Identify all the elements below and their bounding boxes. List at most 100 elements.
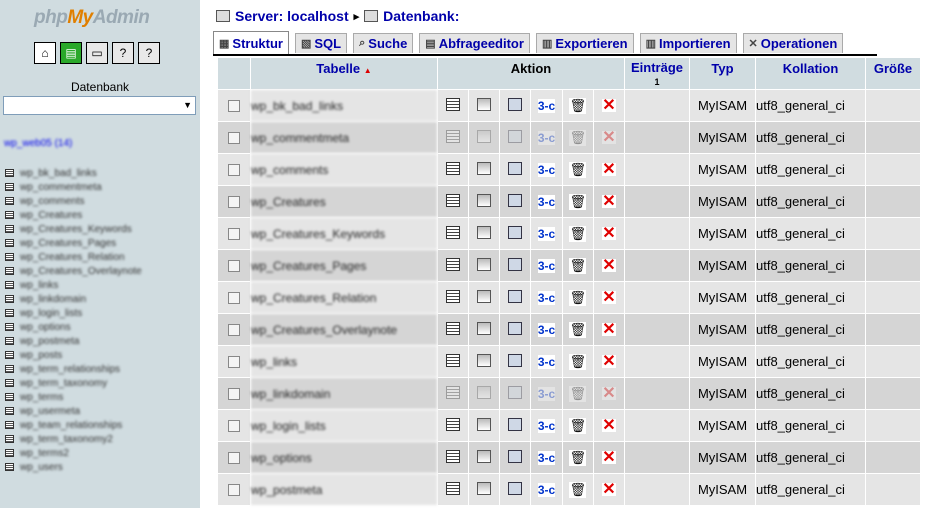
- insert-icon[interactable]: 3‑c: [537, 163, 556, 177]
- structure-icon[interactable]: [477, 321, 492, 335]
- row-checkbox[interactable]: [228, 131, 240, 144]
- nav-table-item[interactable]: wp_linkdomain: [5, 292, 142, 306]
- search-icon[interactable]: [508, 97, 523, 111]
- table-name-link[interactable]: wp_bk_bad_links: [251, 90, 437, 121]
- drop-table-icon[interactable]: ✕: [602, 162, 616, 178]
- search-icon[interactable]: [508, 225, 523, 239]
- browse-icon[interactable]: [446, 321, 461, 335]
- insert-icon[interactable]: 3‑c: [537, 227, 556, 241]
- empty-table-icon[interactable]: 🗑: [569, 289, 586, 306]
- browse-icon[interactable]: [446, 449, 461, 463]
- empty-table-icon[interactable]: 🗑: [569, 161, 586, 178]
- insert-icon[interactable]: 3‑c: [537, 419, 556, 433]
- row-checkbox[interactable]: [228, 419, 240, 432]
- table-icon[interactable]: [5, 351, 14, 359]
- nav-table-name[interactable]: wp_posts: [20, 350, 62, 361]
- row-checkbox[interactable]: [228, 163, 240, 176]
- nav-table-item[interactable]: wp_Creatures_Pages: [5, 236, 142, 250]
- table-icon[interactable]: [5, 239, 14, 247]
- browse-icon[interactable]: [446, 385, 461, 399]
- query-window-icon[interactable]: ▤: [60, 42, 82, 64]
- insert-icon[interactable]: 3‑c: [537, 451, 556, 465]
- tab-importieren[interactable]: ▥ Importieren: [639, 33, 737, 53]
- search-icon[interactable]: [508, 161, 523, 175]
- browse-icon[interactable]: [446, 417, 461, 431]
- structure-icon[interactable]: [477, 193, 492, 207]
- browse-icon[interactable]: [446, 193, 461, 207]
- row-checkbox[interactable]: [228, 387, 240, 400]
- nav-table-item[interactable]: wp_comments: [5, 194, 142, 208]
- tab-suche[interactable]: ⌕ Suche: [353, 33, 414, 53]
- nav-table-item[interactable]: wp_Creatures: [5, 208, 142, 222]
- browse-icon[interactable]: [446, 97, 461, 111]
- row-checkbox[interactable]: [228, 227, 240, 240]
- docs-icon[interactable]: ?: [138, 42, 160, 64]
- table-icon[interactable]: [5, 379, 14, 387]
- nav-table-item[interactable]: wp_usermeta: [5, 404, 142, 418]
- drop-table-icon[interactable]: ✕: [602, 386, 616, 402]
- search-icon[interactable]: [508, 193, 523, 207]
- search-icon[interactable]: [508, 481, 523, 495]
- row-checkbox[interactable]: [228, 195, 240, 208]
- table-icon[interactable]: [5, 295, 14, 303]
- insert-icon[interactable]: 3‑c: [537, 483, 556, 497]
- nav-table-name[interactable]: wp_users: [20, 462, 63, 473]
- table-icon[interactable]: [5, 309, 14, 317]
- table-name-link[interactable]: wp_linkdomain: [251, 378, 437, 409]
- empty-table-icon[interactable]: 🗑: [569, 353, 586, 370]
- type-column-header[interactable]: Typ: [690, 58, 755, 89]
- insert-icon[interactable]: 3‑c: [537, 99, 556, 113]
- table-name-link[interactable]: wp_Creatures_Overlaynote: [251, 314, 437, 345]
- nav-table-name[interactable]: wp_postmeta: [20, 336, 79, 347]
- sql-icon[interactable]: ▭: [86, 42, 108, 64]
- nav-table-item[interactable]: wp_term_taxonomy: [5, 376, 142, 390]
- row-checkbox[interactable]: [228, 259, 240, 272]
- empty-table-icon[interactable]: 🗑: [569, 257, 586, 274]
- empty-table-icon[interactable]: 🗑: [569, 321, 586, 338]
- nav-table-item[interactable]: wp_Creatures_Relation: [5, 250, 142, 264]
- nav-table-item[interactable]: wp_commentmeta: [5, 180, 142, 194]
- insert-icon[interactable]: 3‑c: [537, 195, 556, 209]
- table-icon[interactable]: [5, 435, 14, 443]
- nav-table-item[interactable]: wp_term_relationships: [5, 362, 142, 376]
- nav-table-name[interactable]: wp_linkdomain: [20, 294, 86, 305]
- table-icon[interactable]: [5, 421, 14, 429]
- table-column-header[interactable]: Tabelle ▲: [251, 58, 437, 89]
- nav-table-item[interactable]: wp_login_lists: [5, 306, 142, 320]
- insert-icon[interactable]: 3‑c: [537, 387, 556, 401]
- table-icon[interactable]: [5, 281, 14, 289]
- search-icon[interactable]: [508, 257, 523, 271]
- table-icon[interactable]: [5, 253, 14, 261]
- search-icon[interactable]: [508, 417, 523, 431]
- table-icon[interactable]: [5, 197, 14, 205]
- empty-table-icon[interactable]: 🗑: [569, 417, 586, 434]
- nav-table-item[interactable]: wp_links: [5, 278, 142, 292]
- nav-table-item[interactable]: wp_terms2: [5, 446, 142, 460]
- nav-table-name[interactable]: wp_terms: [20, 392, 63, 403]
- table-icon[interactable]: [5, 337, 14, 345]
- insert-icon[interactable]: 3‑c: [537, 323, 556, 337]
- drop-table-icon[interactable]: ✕: [602, 98, 616, 114]
- row-checkbox[interactable]: [228, 451, 240, 464]
- drop-table-icon[interactable]: ✕: [602, 290, 616, 306]
- row-checkbox[interactable]: [228, 291, 240, 304]
- nav-table-item[interactable]: wp_terms: [5, 390, 142, 404]
- nav-table-name[interactable]: wp_Creatures_Relation: [20, 252, 125, 263]
- drop-table-icon[interactable]: ✕: [602, 322, 616, 338]
- browse-icon[interactable]: [446, 129, 461, 143]
- help-icon[interactable]: ?: [112, 42, 134, 64]
- search-icon[interactable]: [508, 449, 523, 463]
- browse-icon[interactable]: [446, 289, 461, 303]
- search-icon[interactable]: [508, 321, 523, 335]
- nav-table-item[interactable]: wp_users: [5, 460, 142, 474]
- structure-icon[interactable]: [477, 417, 492, 431]
- table-icon[interactable]: [5, 365, 14, 373]
- insert-icon[interactable]: 3‑c: [537, 355, 556, 369]
- size-column-header[interactable]: Größe: [866, 58, 920, 89]
- search-icon[interactable]: [508, 385, 523, 399]
- tab-abfrageeditor[interactable]: ▤ Abfrageeditor: [419, 33, 530, 53]
- row-checkbox[interactable]: [228, 483, 240, 496]
- drop-table-icon[interactable]: ✕: [602, 226, 616, 242]
- insert-icon[interactable]: 3‑c: [537, 131, 556, 145]
- table-name-link[interactable]: wp_Creatures_Relation: [251, 282, 437, 313]
